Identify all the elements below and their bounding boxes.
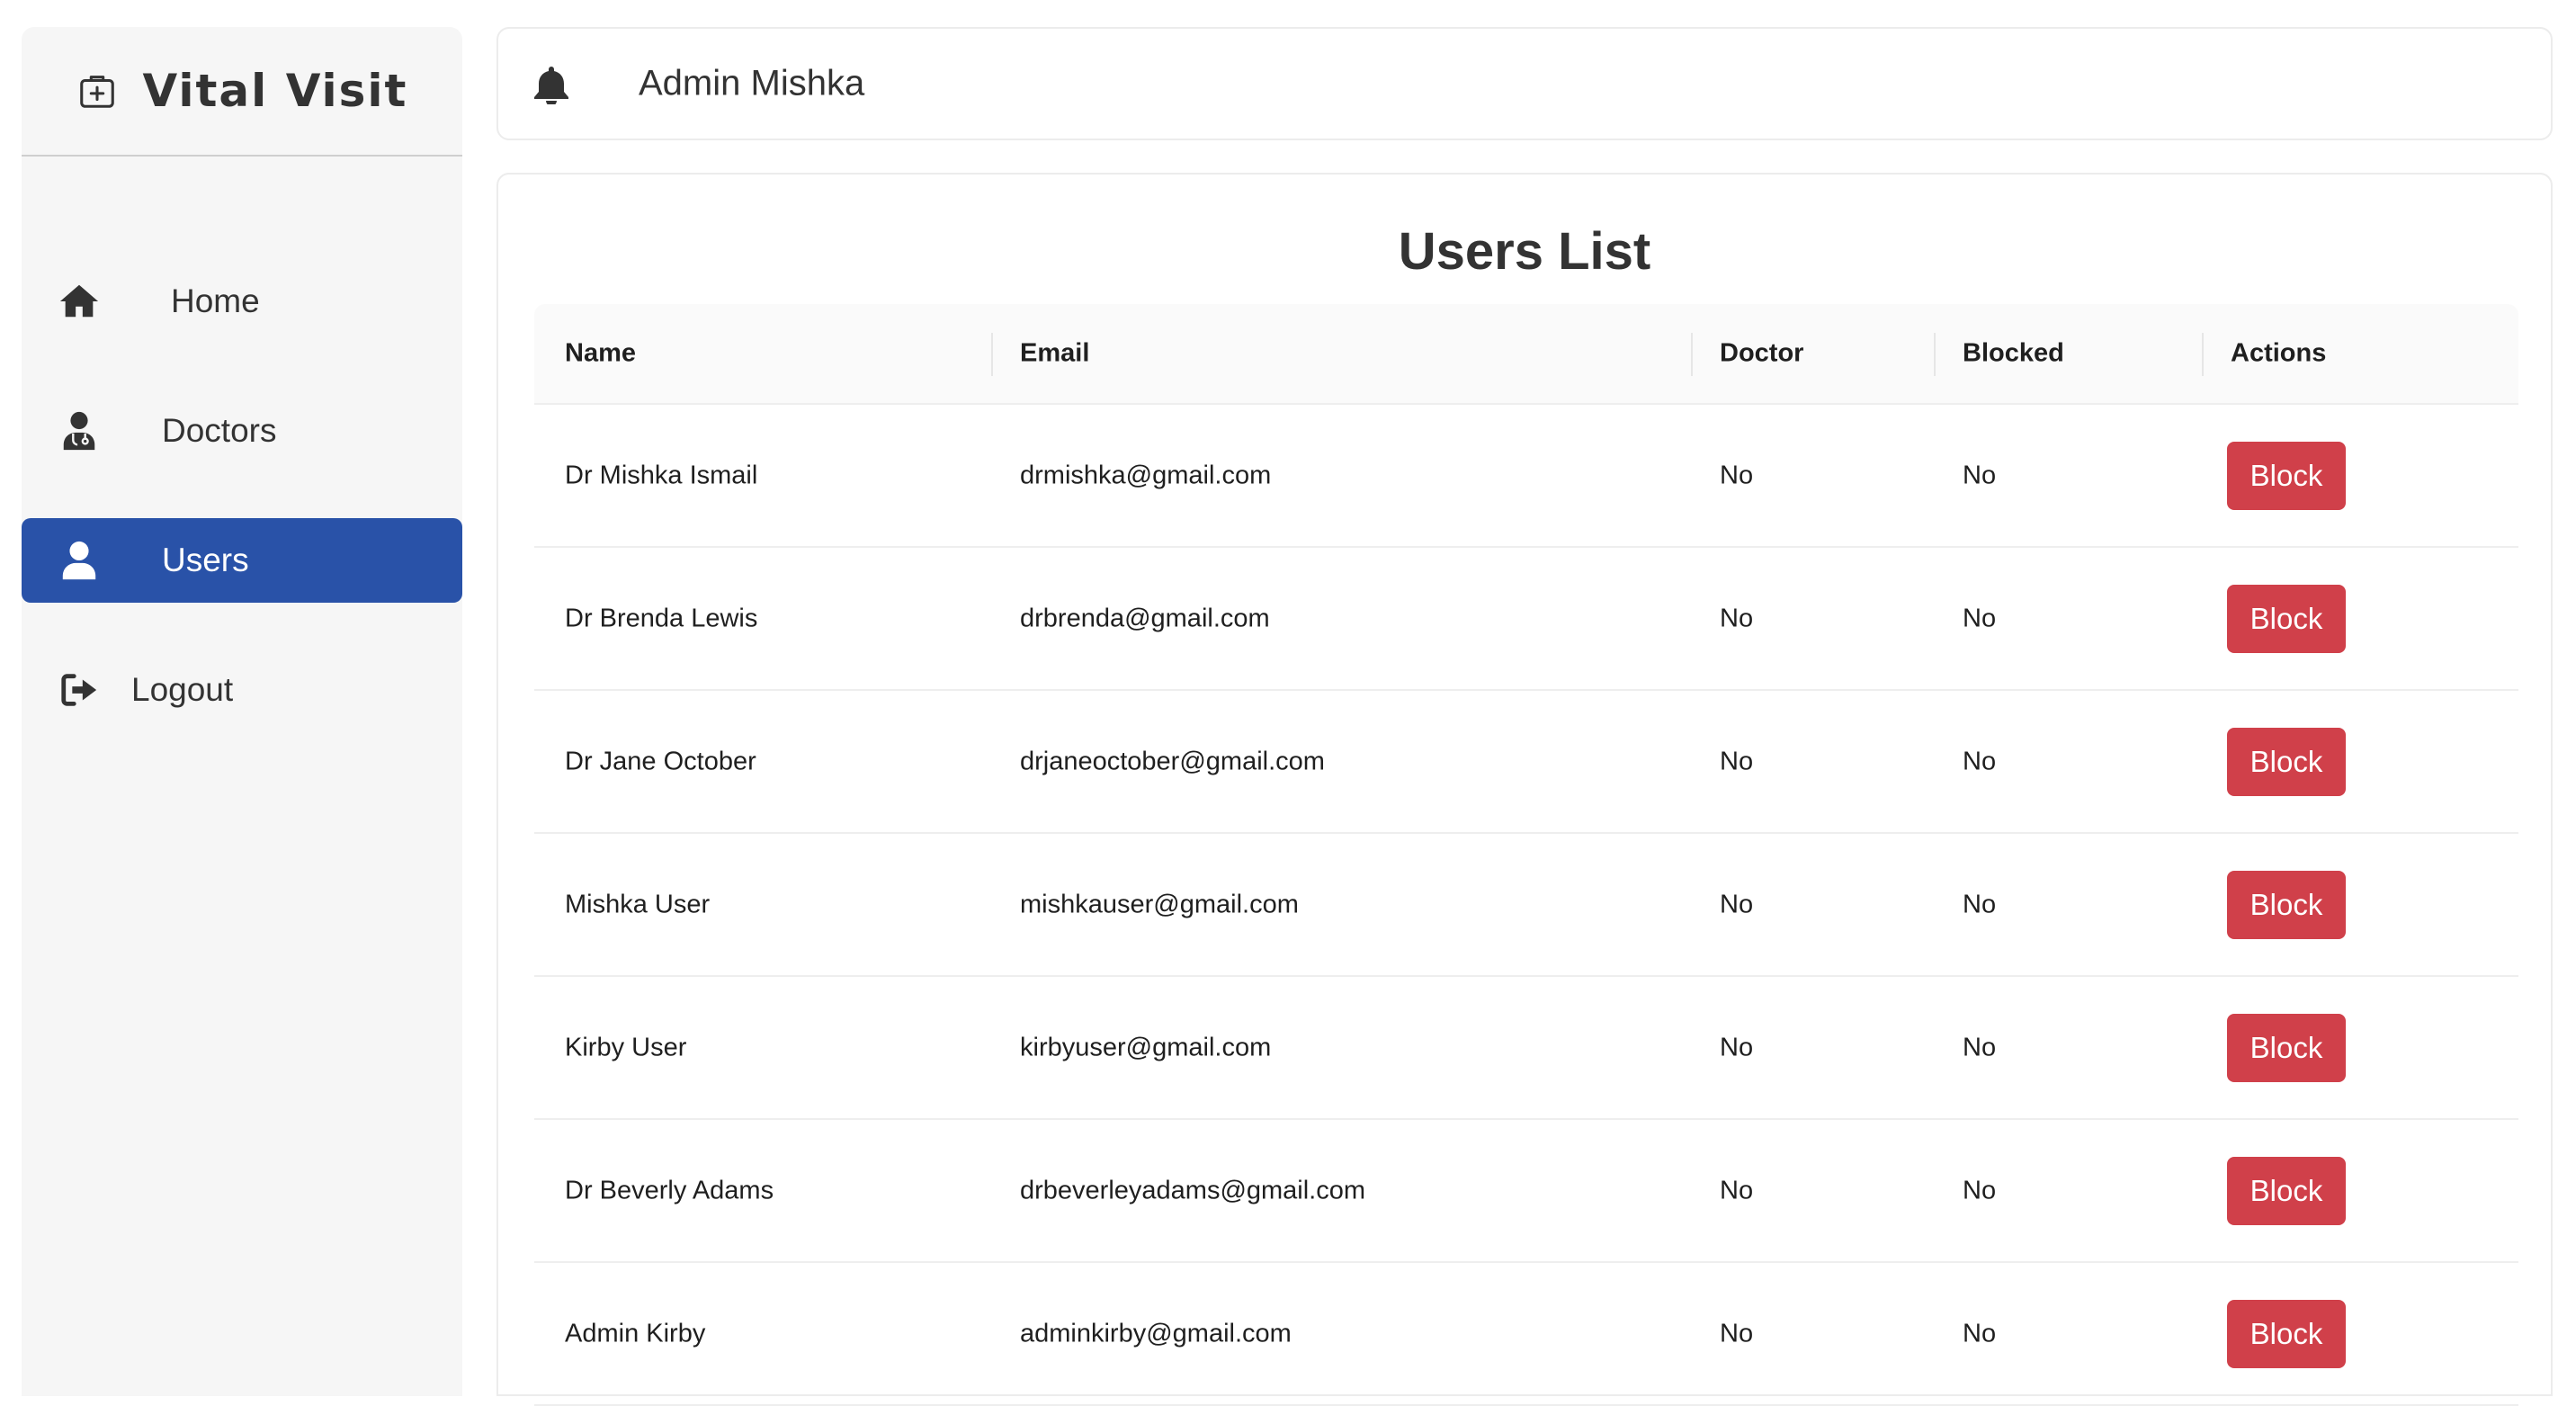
sidebar-item-label: Home — [171, 282, 260, 319]
cell-blocked: No — [1963, 747, 1997, 775]
column-header-name: Name — [565, 338, 636, 368]
table-row: Admin Kirby adminkirby@gmail.com No No B… — [534, 1263, 2518, 1406]
cell-email: mishkauser@gmail.com — [1020, 890, 1299, 918]
cell-blocked: No — [1963, 604, 1997, 632]
cell-doctor: No — [1720, 1033, 1754, 1061]
brand[interactable]: Vital Visit — [22, 27, 462, 157]
cell-email: drbrenda@gmail.com — [1020, 604, 1270, 632]
user-icon — [56, 537, 103, 584]
cell-blocked: No — [1963, 461, 1997, 489]
block-button[interactable]: Block — [2227, 1013, 2346, 1082]
sidebar-item-logout[interactable]: Logout — [22, 648, 462, 732]
block-button[interactable]: Block — [2227, 584, 2346, 653]
doctor-icon — [56, 407, 103, 454]
cell-doctor: No — [1720, 1319, 1754, 1348]
table-row: Kirby User kirbyuser@gmail.com No No Blo… — [534, 977, 2518, 1120]
cell-name: Kirby User — [565, 1033, 687, 1061]
column-header-blocked: Blocked — [1963, 338, 2064, 368]
cell-name: Admin Kirby — [565, 1319, 706, 1348]
medical-kit-icon — [76, 70, 118, 112]
top-header: Admin Mishka — [496, 27, 2553, 140]
cell-blocked: No — [1963, 890, 1997, 918]
sidebar-nav: Home Doctors Users Logout — [22, 259, 462, 732]
sidebar-item-users[interactable]: Users — [22, 518, 462, 603]
cell-blocked: No — [1963, 1319, 1997, 1348]
sidebar-item-label: Logout — [131, 671, 234, 708]
block-button[interactable]: Block — [2227, 1156, 2346, 1225]
column-divider — [991, 333, 993, 376]
page-title: Users List — [1398, 222, 1651, 281]
column-header-email: Email — [1020, 338, 1090, 368]
block-button[interactable]: Block — [2227, 727, 2346, 796]
sidebar-item-home[interactable]: Home — [22, 259, 462, 344]
cell-doctor: No — [1720, 604, 1754, 632]
home-icon — [56, 278, 103, 325]
cell-email: drmishka@gmail.com — [1020, 461, 1272, 489]
table-row: Dr Beverly Adams drbeverleyadams@gmail.c… — [534, 1120, 2518, 1263]
cell-name: Mishka User — [565, 890, 711, 918]
cell-doctor: No — [1720, 1176, 1754, 1205]
logout-icon — [56, 667, 103, 713]
cell-email: drbeverleyadams@gmail.com — [1020, 1176, 1366, 1205]
column-header-actions: Actions — [2231, 338, 2327, 368]
table-row: Mishka User mishkauser@gmail.com No No B… — [534, 834, 2518, 977]
cell-blocked: No — [1963, 1033, 1997, 1061]
sidebar: Vital Visit Home Doctors Users Logout — [22, 27, 462, 1396]
sidebar-item-label: Doctors — [162, 412, 277, 449]
cell-email: drjaneoctober@gmail.com — [1020, 747, 1325, 775]
bell-icon[interactable] — [532, 65, 570, 104]
cell-name: Dr Brenda Lewis — [565, 604, 758, 632]
column-divider — [2202, 333, 2204, 376]
block-button[interactable]: Block — [2227, 441, 2346, 510]
cell-name: Dr Jane October — [565, 747, 756, 775]
table-row: Dr Jane October drjaneoctober@gmail.com … — [534, 691, 2518, 834]
users-table: Name Email Doctor Blocked Actions Dr Mis… — [534, 304, 2518, 1406]
cell-doctor: No — [1720, 890, 1754, 918]
block-button[interactable]: Block — [2227, 870, 2346, 939]
cell-blocked: No — [1963, 1176, 1997, 1205]
cell-doctor: No — [1720, 747, 1754, 775]
cell-name: Dr Beverly Adams — [565, 1176, 774, 1205]
column-divider — [1691, 333, 1693, 376]
brand-title: Vital Visit — [142, 65, 408, 117]
admin-name: Admin Mishka — [639, 63, 865, 103]
cell-doctor: No — [1720, 461, 1754, 489]
column-divider — [1934, 333, 1936, 376]
block-button[interactable]: Block — [2227, 1299, 2346, 1368]
sidebar-item-doctors[interactable]: Doctors — [22, 389, 462, 473]
main-card: Users List Name Email Doctor Blocked Act… — [496, 173, 2553, 1406]
sidebar-item-label: Users — [162, 542, 249, 578]
column-header-doctor: Doctor — [1720, 338, 1804, 368]
cell-email: adminkirby@gmail.com — [1020, 1319, 1292, 1348]
table-row: Dr Brenda Lewis drbrenda@gmail.com No No… — [534, 548, 2518, 691]
table-row: Dr Mishka Ismail drmishka@gmail.com No N… — [534, 405, 2518, 548]
cell-name: Dr Mishka Ismail — [565, 461, 758, 489]
table-header: Name Email Doctor Blocked Actions — [534, 304, 2518, 405]
cell-email: kirbyuser@gmail.com — [1020, 1033, 1272, 1061]
